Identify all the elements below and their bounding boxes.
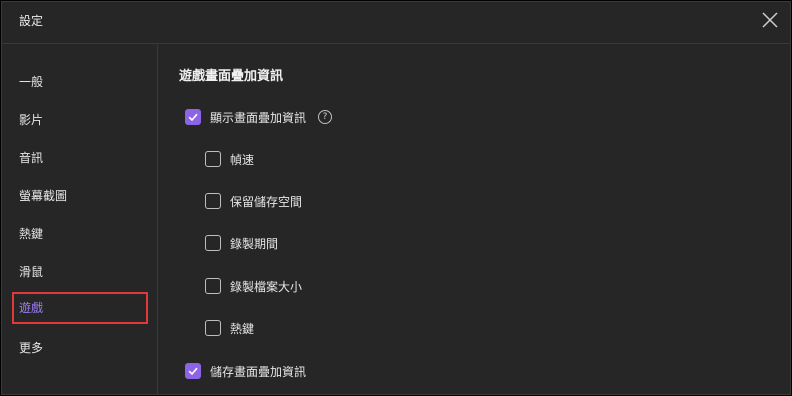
show-overlay-checkbox[interactable] xyxy=(185,109,201,125)
sidebar-item-more[interactable]: 更多 xyxy=(12,332,148,364)
sidebar-item-hotkeys[interactable]: 熱鍵 xyxy=(12,218,148,250)
help-icon[interactable]: ? xyxy=(318,110,333,124)
check-icon xyxy=(188,113,198,122)
recording-duration-label: 錄製期間 xyxy=(230,236,279,251)
frame-rate-option[interactable]: 幀速 xyxy=(205,149,254,169)
save-overlay-checkbox[interactable] xyxy=(185,363,201,379)
reserved-storage-checkbox[interactable] xyxy=(205,193,221,209)
section-title: 遊戲畫面疊加資訊 xyxy=(179,69,284,84)
show-overlay-label: 顯示畫面疊加資訊 xyxy=(210,110,307,125)
recording-file-size-option[interactable]: 錄製檔案大小 xyxy=(205,276,302,296)
recording-duration-checkbox[interactable] xyxy=(205,235,221,251)
reserved-storage-option[interactable]: 保留儲存空間 xyxy=(205,191,302,211)
sidebar: 一般 影片 音訊 螢幕截圖 熱鍵 滑鼠 遊戲 更多 xyxy=(2,45,158,394)
hotkeys-option[interactable]: 熱鍵 xyxy=(205,318,254,338)
hotkeys-label: 熱鍵 xyxy=(230,321,255,336)
close-icon[interactable] xyxy=(760,10,780,30)
save-overlay-label: 儲存畫面疊加資訊 xyxy=(210,364,307,379)
title-bar: 設定 xyxy=(2,2,790,44)
content-panel: 遊戲畫面疊加資訊 顯示畫面疊加資訊 ? 幀速 保留儲存空間 錄製期間 錄製檔案大… xyxy=(159,45,790,394)
sidebar-item-screenshot[interactable]: 螢幕截圖 xyxy=(12,180,148,212)
sidebar-item-game[interactable]: 遊戲 xyxy=(12,292,148,324)
recording-duration-option[interactable]: 錄製期間 xyxy=(205,233,278,253)
recording-file-size-label: 錄製檔案大小 xyxy=(230,279,303,294)
hotkeys-checkbox[interactable] xyxy=(205,320,221,336)
check-icon xyxy=(188,367,198,376)
sidebar-item-audio[interactable]: 音訊 xyxy=(12,142,148,174)
recording-file-size-checkbox[interactable] xyxy=(205,278,221,294)
frame-rate-label: 幀速 xyxy=(230,152,255,167)
reserved-storage-label: 保留儲存空間 xyxy=(230,194,303,209)
sidebar-item-video[interactable]: 影片 xyxy=(12,104,148,136)
window-title: 設定 xyxy=(19,14,44,28)
frame-rate-checkbox[interactable] xyxy=(205,151,221,167)
save-overlay-option[interactable]: 儲存畫面疊加資訊 xyxy=(185,361,306,381)
sidebar-item-general[interactable]: 一般 xyxy=(12,66,148,98)
settings-window: 設定 一般 影片 音訊 螢幕截圖 熱鍵 滑鼠 遊戲 更多 遊戲畫面疊加資訊 顯示… xyxy=(1,1,791,395)
sidebar-item-mouse[interactable]: 滑鼠 xyxy=(12,256,148,288)
show-overlay-option[interactable]: 顯示畫面疊加資訊 ? xyxy=(185,107,333,127)
